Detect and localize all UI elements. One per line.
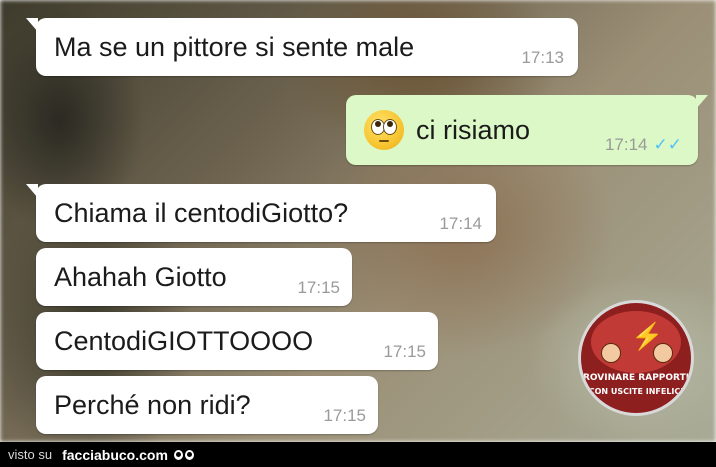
logo-text-line1: ROVINARE RAPPORTI xyxy=(582,373,690,383)
lightning-icon: ⚡ xyxy=(631,321,664,351)
message-bubble-3[interactable]: Chiama il centodiGiotto? 17:14 xyxy=(26,184,496,242)
footer-bar: visto su facciabuco.com xyxy=(0,442,716,467)
bubble-tail xyxy=(26,184,38,198)
message-time: 17:13 xyxy=(521,48,564,67)
bubble-tail xyxy=(26,18,38,32)
message-bubble-6[interactable]: Perché non ridi? 17:15 xyxy=(36,376,378,434)
message-text: Perché non ridi? xyxy=(54,389,251,420)
double-check-icon: ✓✓ xyxy=(653,135,683,154)
boy-face-icon xyxy=(601,343,621,363)
eyes-icon xyxy=(173,449,194,460)
message-time-value: 17:14 xyxy=(604,135,648,154)
message-time: 17:14 ✓✓ xyxy=(605,135,682,155)
message-bubble-2[interactable]: ci risiamo 17:14 ✓✓ xyxy=(346,95,708,165)
message-text: Chiama il centodiGiotto? xyxy=(54,197,349,228)
bubble-tail xyxy=(696,95,708,109)
message-time: 17:15 xyxy=(297,278,340,297)
message-bubble-5[interactable]: CentodiGIOTTOOOO 17:15 xyxy=(36,312,438,370)
message-text: ci risiamo xyxy=(416,114,531,145)
message-time: 17:15 xyxy=(323,406,366,425)
message-text: Ma se un pittore si sente male xyxy=(54,31,415,62)
footer-visto-label: visto su xyxy=(8,447,53,462)
message-bubble-1[interactable]: Ma se un pittore si sente male 17:13 xyxy=(26,18,578,76)
watermark-logo: ⚡ ROVINARE RAPPORTI CON USCITE INFELICI xyxy=(578,300,694,416)
footer-site-link[interactable]: facciabuco.com xyxy=(62,447,168,463)
message-text: Ahahah Giotto xyxy=(54,261,227,292)
message-bubble-4[interactable]: Ahahah Giotto 17:15 xyxy=(36,248,352,306)
message-time: 17:14 xyxy=(439,214,482,233)
logo-text-line2: CON USCITE INFELICI xyxy=(588,387,684,396)
message-text: CentodiGIOTTOOOO xyxy=(54,325,314,356)
message-time: 17:15 xyxy=(383,342,426,361)
face-with-rolling-eyes-icon xyxy=(364,110,404,150)
